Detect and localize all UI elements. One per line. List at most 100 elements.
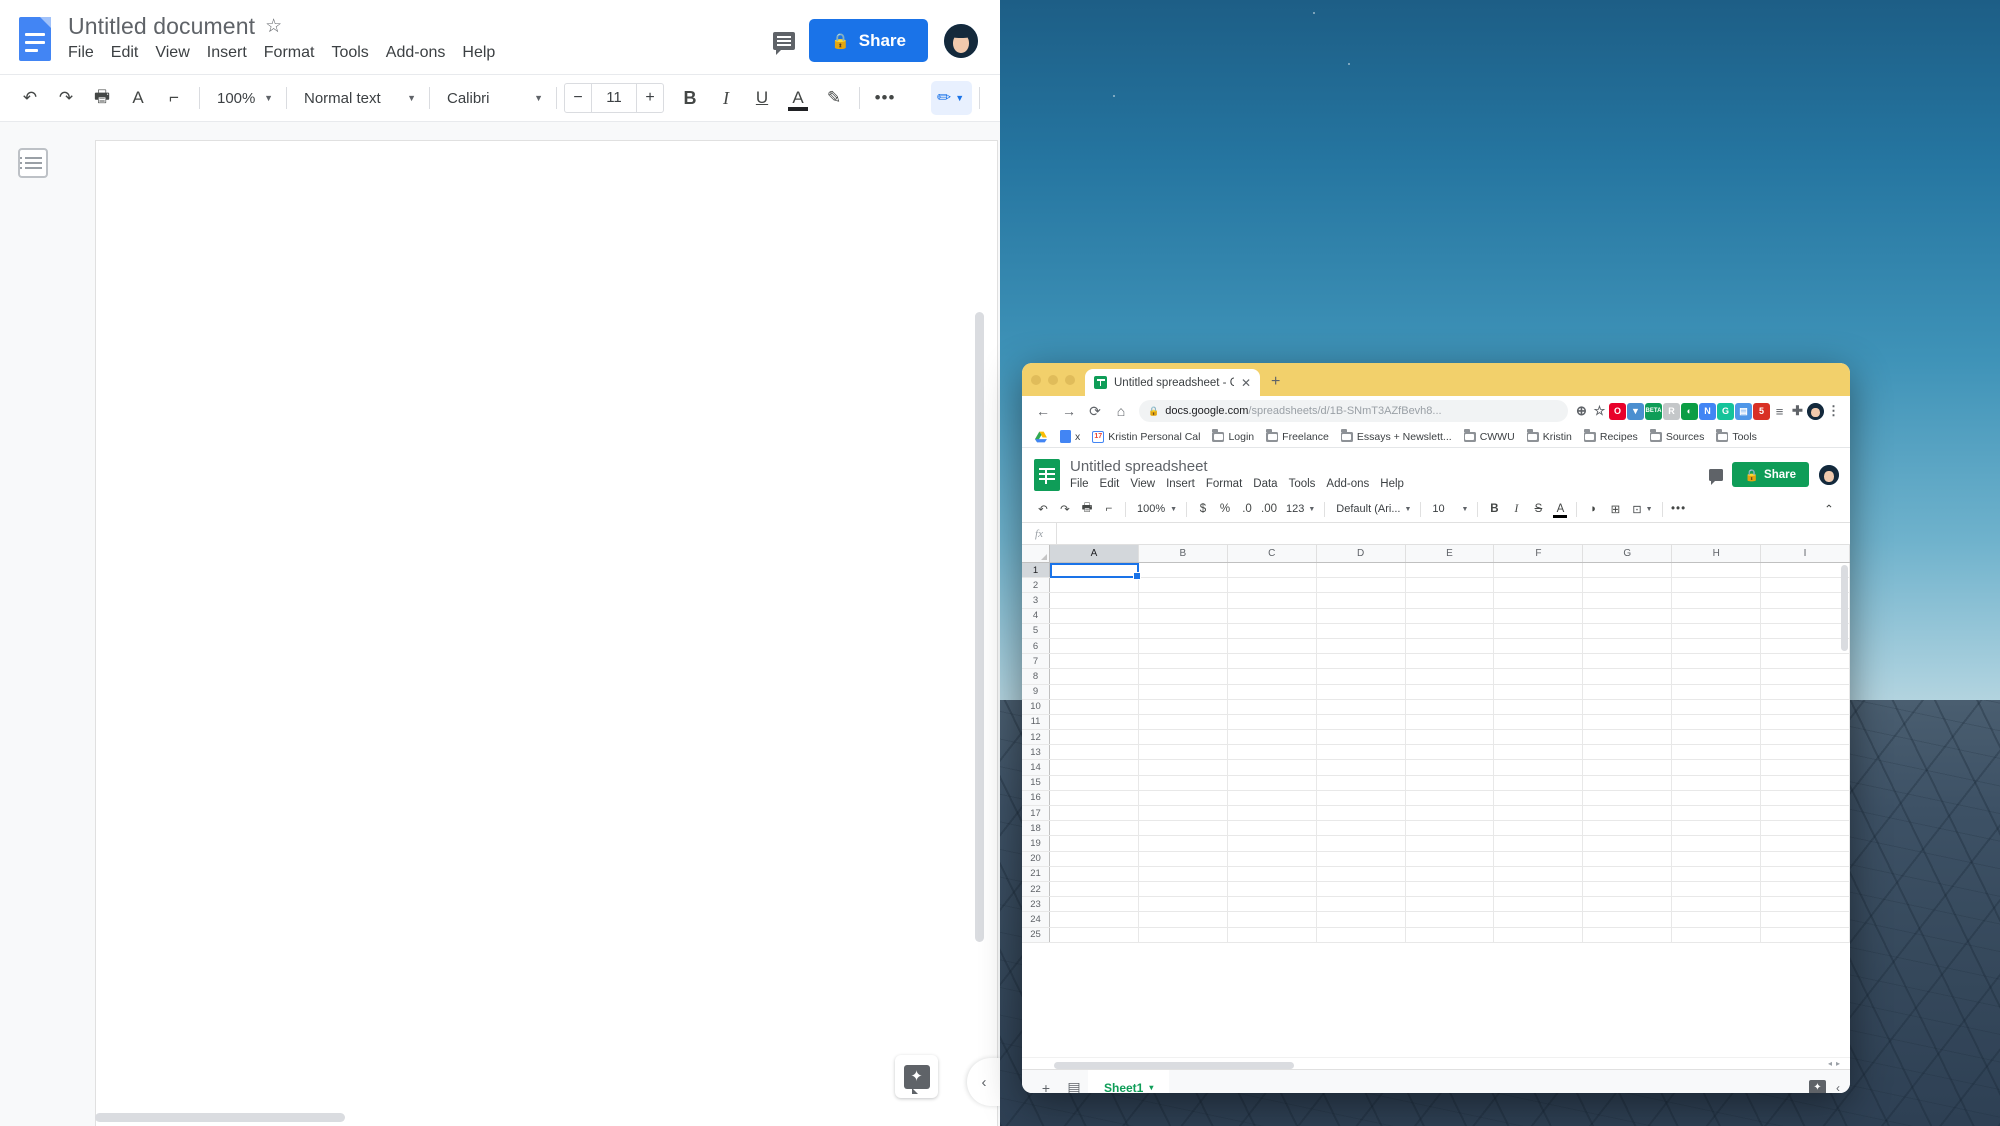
explore-icon[interactable]: ✦ — [1809, 1080, 1826, 1094]
cell-G19[interactable] — [1583, 836, 1672, 850]
font-size-stepper[interactable]: − 11 + — [564, 83, 664, 113]
page-zoom-icon[interactable]: ⊕ — [1573, 403, 1590, 420]
cell-A9[interactable] — [1050, 685, 1139, 699]
cell-F9[interactable] — [1494, 685, 1583, 699]
cell-I8[interactable] — [1761, 669, 1850, 683]
paint-format-icon[interactable]: ⌐ — [156, 81, 192, 115]
cell-I12[interactable] — [1761, 730, 1850, 744]
format-currency-button[interactable]: $ — [1192, 499, 1214, 520]
column-header-h[interactable]: H — [1672, 545, 1761, 562]
cell-A4[interactable] — [1050, 609, 1139, 623]
cell-B17[interactable] — [1139, 806, 1228, 820]
sheets-share-button[interactable]: 🔒 Share — [1732, 462, 1809, 487]
cell-B13[interactable] — [1139, 745, 1228, 759]
cell-H19[interactable] — [1672, 836, 1761, 850]
font-family-dropdown[interactable]: Calibri ▼ — [437, 82, 549, 114]
cell-A21[interactable] — [1050, 867, 1139, 881]
cell-B3[interactable] — [1139, 593, 1228, 607]
cell-C1[interactable] — [1228, 563, 1317, 577]
sheets-collapse-toolbar-icon[interactable]: ⌃ — [1818, 499, 1840, 520]
text-color-button[interactable]: A — [780, 81, 816, 115]
star-icon[interactable]: ☆ — [265, 17, 282, 36]
paint-format-icon[interactable]: ⌐ — [1098, 499, 1120, 520]
docs-horizontal-scrollbar[interactable] — [95, 1113, 345, 1122]
cell-C13[interactable] — [1228, 745, 1317, 759]
minimize-window-button[interactable] — [1048, 375, 1058, 385]
cell-I25[interactable] — [1761, 928, 1850, 942]
cell-G10[interactable] — [1583, 700, 1672, 714]
cell-A15[interactable] — [1050, 776, 1139, 790]
cell-E12[interactable] — [1406, 730, 1495, 744]
cell-B2[interactable] — [1139, 578, 1228, 592]
cell-G7[interactable] — [1583, 654, 1672, 668]
borders-icon[interactable]: ⊞ — [1604, 499, 1626, 520]
chrome-menu-icon[interactable]: ⋮ — [1825, 403, 1842, 420]
row-header-24[interactable]: 24 — [1022, 912, 1050, 926]
sheets-menu-addons[interactable]: Add-ons — [1326, 478, 1369, 490]
row-header-7[interactable]: 7 — [1022, 654, 1050, 668]
cell-B1[interactable] — [1139, 563, 1228, 577]
cell-A13[interactable] — [1050, 745, 1139, 759]
cell-D18[interactable] — [1317, 821, 1406, 835]
cell-I24[interactable] — [1761, 912, 1850, 926]
spelling-check-icon[interactable]: A — [120, 81, 156, 115]
cell-F13[interactable] — [1494, 745, 1583, 759]
recipes-bookmark[interactable]: Recipes — [1578, 431, 1644, 443]
slides-extension-icon[interactable]: ▤ — [1735, 403, 1752, 420]
print-icon[interactable]: 🖶 — [1076, 499, 1098, 520]
row-header-21[interactable]: 21 — [1022, 867, 1050, 881]
hide-menus-icon[interactable]: ⌃ — [987, 81, 1000, 115]
window-traffic-lights[interactable] — [1031, 363, 1085, 396]
cell-B15[interactable] — [1139, 776, 1228, 790]
cell-A7[interactable] — [1050, 654, 1139, 668]
cell-E13[interactable] — [1406, 745, 1495, 759]
cell-B14[interactable] — [1139, 760, 1228, 774]
cell-H25[interactable] — [1672, 928, 1761, 942]
cell-I5[interactable] — [1761, 624, 1850, 638]
cell-F14[interactable] — [1494, 760, 1583, 774]
freelance-bookmark[interactable]: Freelance — [1260, 431, 1335, 443]
cell-E24[interactable] — [1406, 912, 1495, 926]
cell-A16[interactable] — [1050, 791, 1139, 805]
sources-bookmark[interactable]: Sources — [1644, 431, 1711, 443]
cell-F6[interactable] — [1494, 639, 1583, 653]
cell-C9[interactable] — [1228, 685, 1317, 699]
sheets-menu-file[interactable]: File — [1070, 478, 1089, 490]
cell-G15[interactable] — [1583, 776, 1672, 790]
sheets-menu-edit[interactable]: Edit — [1100, 478, 1120, 490]
cell-H6[interactable] — [1672, 639, 1761, 653]
cell-B18[interactable] — [1139, 821, 1228, 835]
cell-B25[interactable] — [1139, 928, 1228, 942]
zoom-dropdown[interactable]: 100% ▼ — [207, 82, 279, 114]
merge-cells-dropdown[interactable]: ⊡ ▼ — [1626, 499, 1656, 520]
cell-C4[interactable] — [1228, 609, 1317, 623]
cell-G20[interactable] — [1583, 852, 1672, 866]
red-extension-icon[interactable]: 5 — [1753, 403, 1770, 420]
docs-menu-view[interactable]: View — [155, 44, 189, 62]
cell-E10[interactable] — [1406, 700, 1495, 714]
row-header-19[interactable]: 19 — [1022, 836, 1050, 850]
underline-button[interactable]: U — [744, 81, 780, 115]
decrease-decimal-button[interactable]: .0 — [1236, 499, 1258, 520]
cell-D6[interactable] — [1317, 639, 1406, 653]
cell-C8[interactable] — [1228, 669, 1317, 683]
cell-H22[interactable] — [1672, 882, 1761, 896]
cell-D5[interactable] — [1317, 624, 1406, 638]
cell-A6[interactable] — [1050, 639, 1139, 653]
cell-I13[interactable] — [1761, 745, 1850, 759]
cell-A18[interactable] — [1050, 821, 1139, 835]
browser-tab[interactable]: Untitled spreadsheet - Google ✕ — [1085, 369, 1260, 396]
address-bar[interactable]: 🔒 docs.google.com/spreadsheets/d/1B-SNmT… — [1139, 400, 1568, 422]
cell-E22[interactable] — [1406, 882, 1495, 896]
cell-B19[interactable] — [1139, 836, 1228, 850]
cell-A19[interactable] — [1050, 836, 1139, 850]
cell-H21[interactable] — [1672, 867, 1761, 881]
cell-G22[interactable] — [1583, 882, 1672, 896]
paragraph-style-dropdown[interactable]: Normal text ▼ — [294, 82, 422, 114]
row-header-10[interactable]: 10 — [1022, 700, 1050, 714]
bookmark-star-icon[interactable]: ☆ — [1591, 403, 1608, 420]
cell-G24[interactable] — [1583, 912, 1672, 926]
fill-color-icon[interactable]: ◗ — [1582, 499, 1604, 520]
cell-I10[interactable] — [1761, 700, 1850, 714]
sheet-tab-sheet1[interactable]: Sheet1 ▾ — [1088, 1070, 1169, 1094]
